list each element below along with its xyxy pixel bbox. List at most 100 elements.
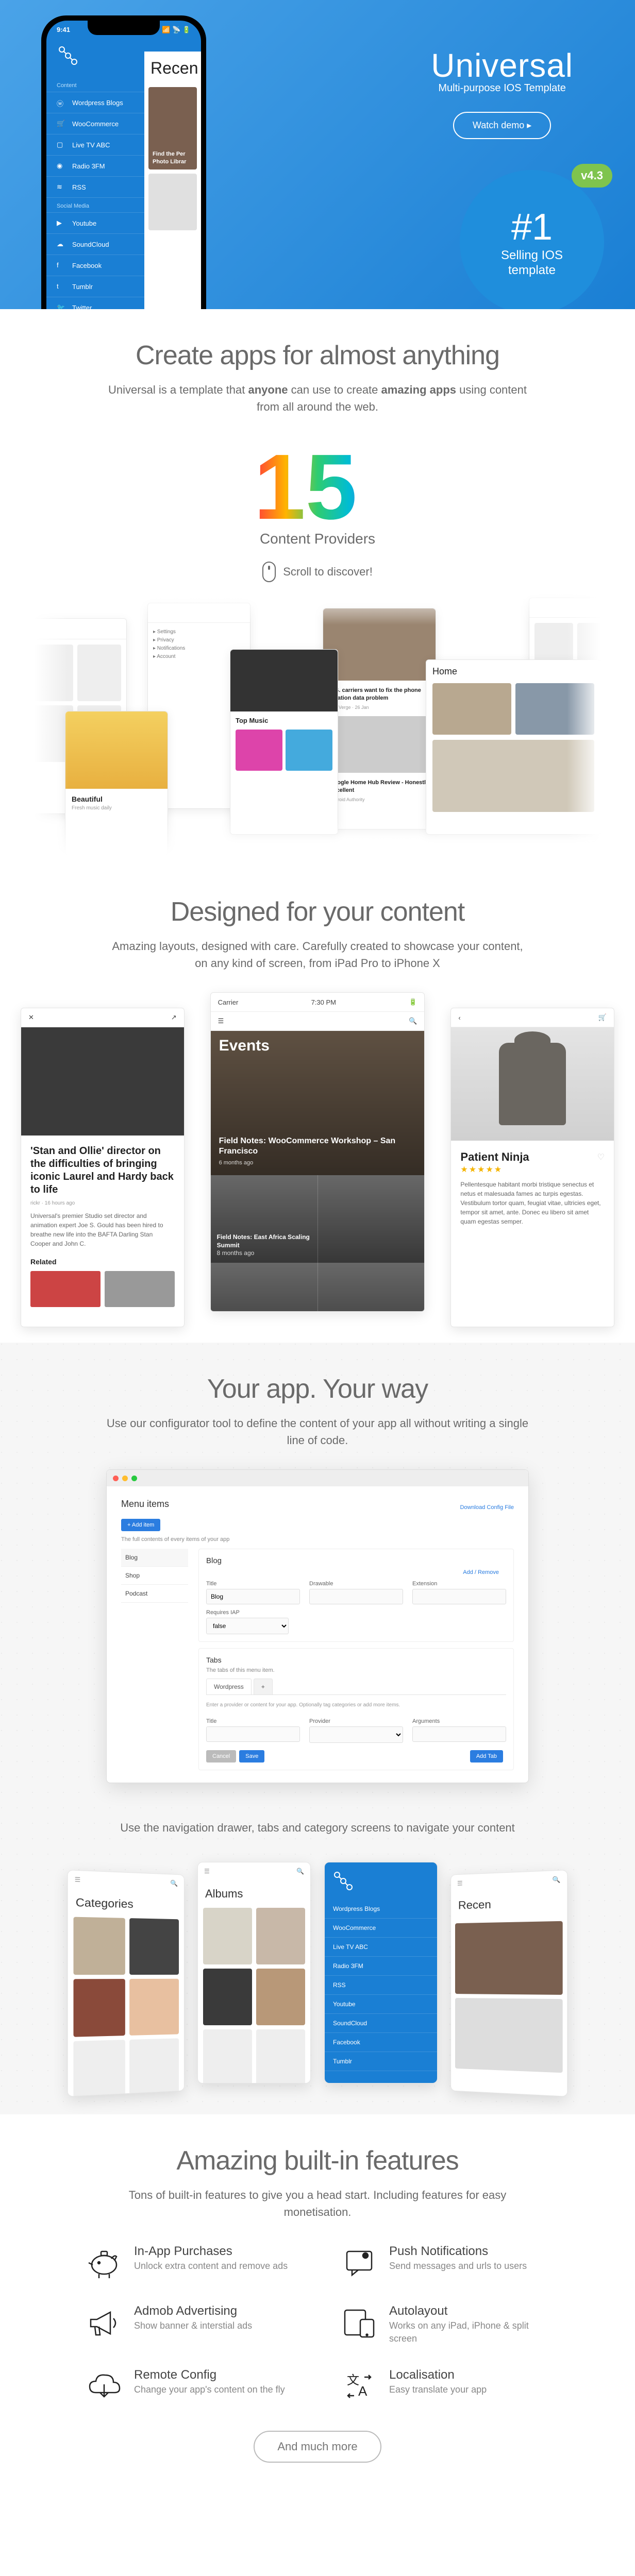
cloud-icon [86,2368,123,2405]
title-input[interactable] [206,1589,300,1604]
content-card[interactable] [148,174,197,230]
youtube-icon: ▶ [57,219,65,227]
tab-title-input[interactable] [206,1726,300,1742]
menu-icon[interactable]: ☰ [457,1879,463,1887]
menu-item[interactable]: Youtube [325,1995,437,2014]
favorite-icon[interactable]: ♡ [597,1152,605,1162]
svg-text:文: 文 [347,2374,359,2387]
content-title: Recen [144,52,201,83]
scroll-hint: Scroll to discover! [262,562,373,582]
config-item[interactable]: Shop [121,1567,188,1585]
save-button[interactable]: Save [239,1750,264,1762]
drawer-lead: Use the navigation drawer, tabs and cate… [120,1819,515,1836]
config-tab-add[interactable]: + [254,1679,273,1694]
config-item[interactable]: Blog [121,1549,188,1567]
feature-push: Push NotificationsSend messages and urls… [341,2244,549,2281]
watch-demo-button[interactable]: Watch demo ▸ [453,112,551,139]
drawable-input[interactable] [309,1589,403,1604]
search-icon[interactable]: 🔍 [552,1876,560,1884]
event-hero[interactable]: Events Field Notes: WooCommerce Workshop… [211,1031,425,1175]
drawer-albums: ☰🔍 Albums [197,1862,311,2083]
status-time: 9:41 [57,26,70,34]
product-subtitle: Multi-purpose IOS Template [431,82,573,94]
product-title: Patient Ninja [460,1150,529,1164]
search-icon[interactable]: 🔍 [409,1017,417,1025]
menu-item[interactable]: WooCommerce [325,1919,437,1938]
arguments-input[interactable] [412,1726,506,1742]
article-title: 'Stan and Ollie' director on the difficu… [30,1145,175,1196]
provider-select[interactable] [309,1726,403,1743]
feature-remote: Remote ConfigChange your app's content o… [86,2368,294,2405]
mouse-icon [262,562,276,582]
extension-input[interactable] [412,1589,506,1604]
section-lead: Amazing layouts, designed with care. Car… [106,938,529,972]
search-icon[interactable]: 🔍 [170,1879,178,1887]
drawer-categories: ☰🔍 Categories [68,1870,185,2097]
config-tab[interactable]: Wordpress [206,1679,252,1694]
version-badge: v4.3 [572,164,612,188]
download-config-link[interactable]: Download Config File [460,1504,514,1511]
hero-text: Universal Multi-purpose IOS Template Wat… [431,46,573,139]
drawer-mockups: ☰🔍 Categories ☰🔍 Albums Wordpress Blogs … [71,1862,564,2083]
back-icon[interactable]: ‹ [458,1014,460,1022]
menu-item[interactable]: Wordpress Blogs [325,1900,437,1919]
section-heading: Amazing built-in features [176,2145,458,2176]
close-icon[interactable]: ✕ [28,1013,34,1022]
section-configurator: Your app. Your way Use our configurator … [0,1343,635,2114]
event-cell[interactable] [318,1263,425,1312]
menu-icon[interactable]: ☰ [204,1868,210,1875]
configurator-window: Menu items Download Config File + Add it… [106,1469,529,1783]
iap-select[interactable]: false [206,1618,289,1634]
section-lead: Universal is a template that anyone can … [106,381,529,415]
add-tab-button[interactable]: Add Tab [470,1750,503,1762]
tv-icon: ▢ [57,141,65,149]
addremove-link[interactable]: Add / Remove [463,1569,499,1575]
facebook-icon: f [57,261,65,269]
menu-item[interactable]: Facebook [325,2033,437,2052]
mockup-article: ✕ ↗ 'Stan and Ollie' director on the diff… [21,1008,185,1327]
section-designed: Designed for your content Amazing layout… [0,886,635,1343]
product-image [499,1043,566,1125]
share-icon[interactable]: ↗ [171,1013,177,1022]
menu-icon[interactable]: ☰ [75,1876,81,1884]
event-cell[interactable] [318,1175,425,1263]
selling-badge: #1 Selling IOStemplate [460,170,604,309]
add-item-button[interactable]: + Add item [121,1519,160,1531]
megaphone-icon [86,2304,123,2341]
rating-stars: ★★★★★ [460,1164,605,1175]
feature-autolayout: AutolayoutWorks on any iPad, iPhone & sp… [341,2304,549,2345]
related-heading: Related [30,1258,175,1266]
config-heading: Menu items [121,1499,169,1510]
cart-icon[interactable]: 🛒 [598,1013,607,1022]
cancel-button[interactable]: Cancel [206,1750,236,1762]
drawer-recent: ☰🔍 Recen [450,1870,567,2097]
badge-rank: #1 [511,206,553,248]
content-card[interactable]: Find the Per Photo Librar [148,87,197,170]
section-features: Amazing built-in features Tons of built-… [0,2114,635,2494]
config-item[interactable]: Podcast [121,1585,188,1603]
event-cell[interactable]: Field Notes: East Africa Scaling Summit8… [211,1175,318,1263]
product-desc: Pellentesque habitant morbi tristique se… [460,1180,605,1226]
drawer-menu: Wordpress Blogs WooCommerce Live TV ABC … [324,1862,438,2083]
svg-text:A: A [358,2383,367,2399]
twitter-icon: 🐦 [57,303,65,309]
menu-item[interactable]: Tumblr [325,2052,437,2071]
event-cell[interactable] [211,1263,318,1312]
menu-item[interactable]: RSS [325,1976,437,1995]
section-lead: Use our configurator tool to define the … [106,1415,529,1449]
menu-item[interactable]: Radio 3FM [325,1957,437,1976]
status-right: 📶 📡 🔋 [162,26,191,34]
devices-icon [341,2304,378,2341]
feature-iap: In-App PurchasesUnlock extra content and… [86,2244,294,2281]
menu-item[interactable]: Live TV ABC [325,1938,437,1957]
mockup-events-ipad: Carrier7:30 PM🔋 ☰🔍 Events Field Notes: W… [210,992,425,1312]
section-heading: Your app. Your way [207,1374,428,1404]
providers-label: Content Providers [260,531,375,547]
mockup-product: ‹ 🛒 Patient Ninja ♡ ★★★★★ Pellentesque ha… [450,1008,614,1327]
radio-icon: ◉ [57,162,65,170]
menu-icon[interactable]: ☰ [218,1017,224,1025]
notification-icon [341,2244,378,2281]
search-icon[interactable]: 🔍 [296,1868,304,1875]
more-button[interactable]: And much more [254,2431,381,2463]
menu-item[interactable]: SoundCloud [325,2014,437,2033]
